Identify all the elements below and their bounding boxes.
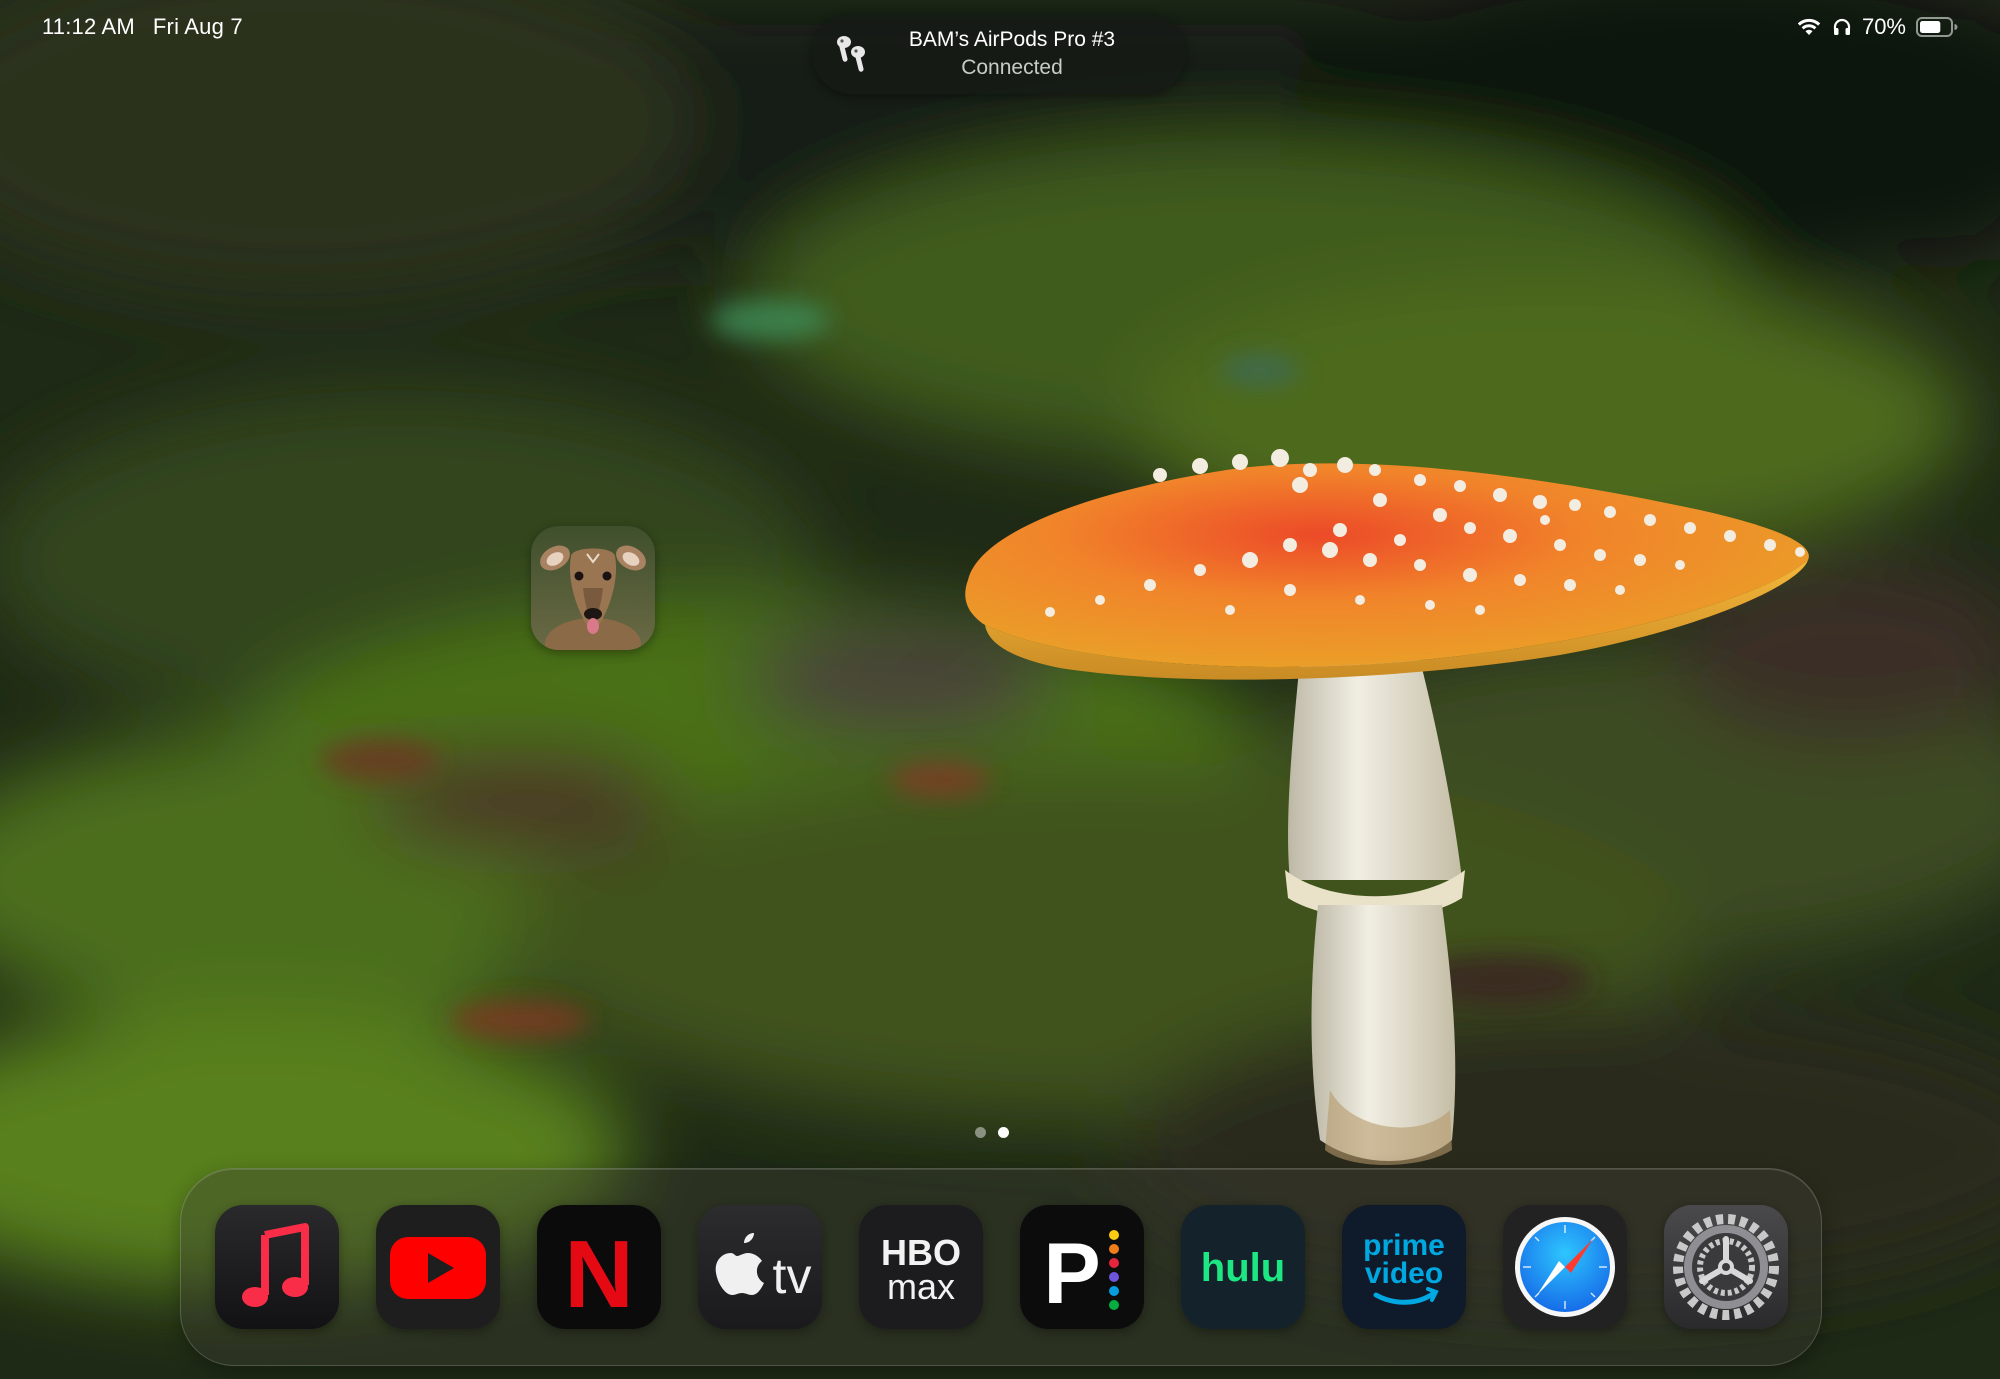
hulu-app-icon[interactable]: hulu [1181, 1205, 1305, 1329]
battery-icon [1916, 16, 1958, 38]
settings-app-icon[interactable] [1664, 1205, 1788, 1329]
youtube-app-icon[interactable] [376, 1205, 500, 1329]
status-left: 11:12 AM Fri Aug 7 [42, 14, 243, 40]
peacock-app-icon[interactable]: P [1020, 1205, 1144, 1329]
status-time: 11:12 AM [42, 14, 135, 39]
wifi-icon [1796, 17, 1822, 37]
hulu-icon: hulu [1181, 1205, 1305, 1329]
settings-icon [1664, 1205, 1788, 1329]
status-right: 70% [1796, 14, 1958, 40]
netflix-app-icon[interactable]: N [537, 1205, 661, 1329]
prime-video-app-icon[interactable]: prime video [1342, 1205, 1466, 1329]
netflix-logo-text: N [564, 1221, 633, 1328]
peacock-logo-text: P [1043, 1226, 1100, 1322]
airpods-connected-banner[interactable]: BAM’s AirPods Pro #3 Connected [812, 14, 1186, 94]
peacock-icon: P [1020, 1205, 1144, 1329]
deer-app-icon[interactable] [531, 526, 655, 650]
headphones-icon [1832, 17, 1852, 37]
max-label: max [887, 1266, 955, 1307]
page-dot-2[interactable] [998, 1127, 1009, 1138]
banner-subtitle: Connected [961, 56, 1063, 79]
hbo-max-icon: HBO max [859, 1205, 983, 1329]
apple-tv-app-icon[interactable]: tv [698, 1205, 822, 1329]
deer-photo-icon [531, 526, 655, 650]
music-icon [215, 1205, 339, 1329]
dock: N tv HBO max P hulu prime video [180, 1168, 1822, 1366]
page-indicator[interactable] [975, 1127, 1009, 1138]
status-date: Fri Aug 7 [152, 14, 243, 39]
banner-title: BAM’s AirPods Pro #3 [908, 28, 1116, 51]
safari-app-icon[interactable] [1503, 1205, 1627, 1329]
video-label: video [1365, 1257, 1443, 1290]
prime-video-icon: prime video [1342, 1205, 1466, 1329]
netflix-icon: N [537, 1205, 661, 1329]
music-app-icon[interactable] [215, 1205, 339, 1329]
apple-tv-icon: tv [698, 1205, 822, 1329]
hulu-logo-text: hulu [1201, 1246, 1285, 1290]
page-dot-1[interactable] [975, 1127, 986, 1138]
apple-tv-label: tv [773, 1248, 812, 1304]
battery-percent: 70% [1861, 14, 1906, 39]
hbo-max-app-icon[interactable]: HBO max [859, 1205, 983, 1329]
youtube-icon [376, 1205, 500, 1329]
safari-icon [1503, 1205, 1627, 1329]
